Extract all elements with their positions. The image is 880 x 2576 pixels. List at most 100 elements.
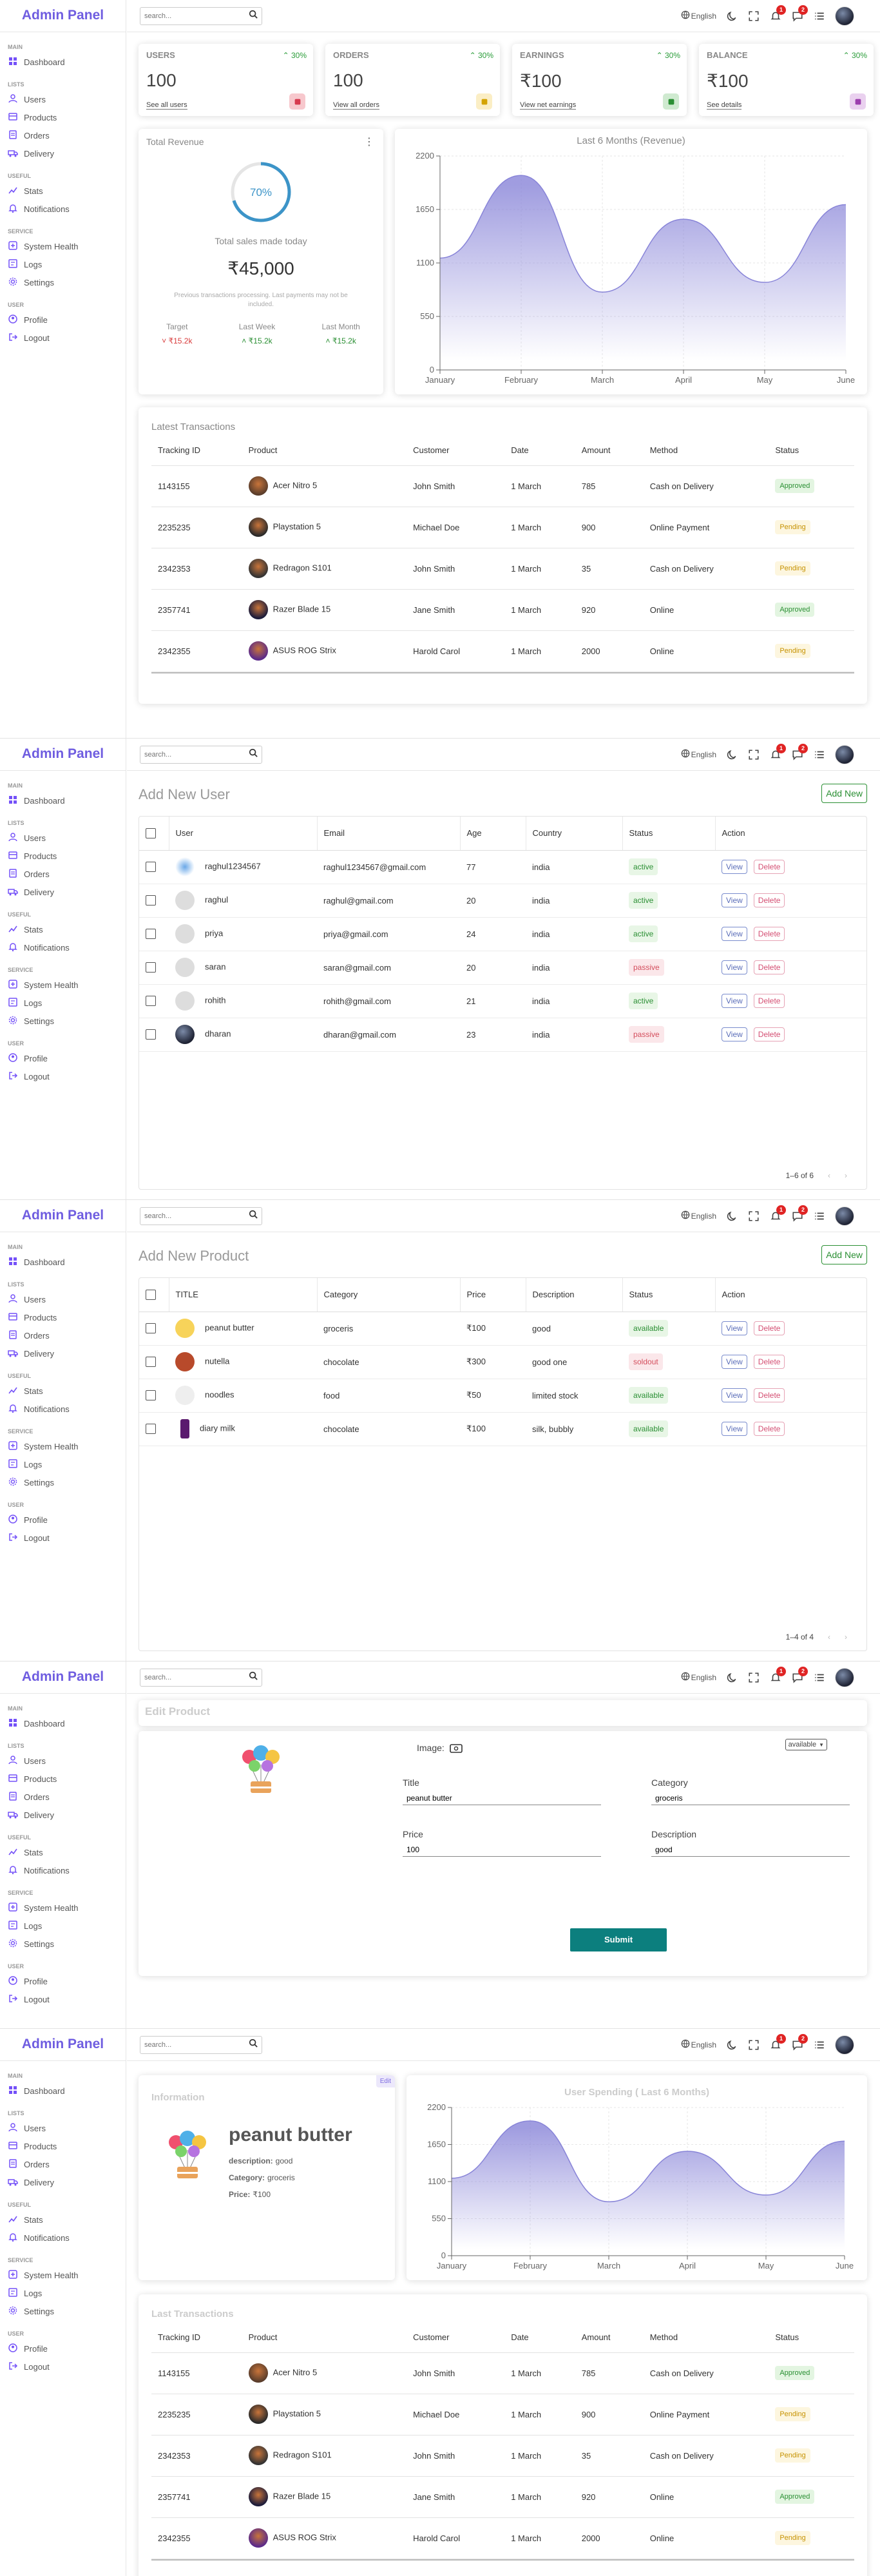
sidebar-item-delivery[interactable]: Delivery (8, 144, 126, 162)
widget-link[interactable]: See details (707, 101, 742, 110)
row-checkbox[interactable] (146, 1424, 156, 1435)
list-icon[interactable] (813, 1671, 826, 1684)
sidebar-item-system-health[interactable]: System Health (8, 1437, 126, 1455)
column-header[interactable]: Status (622, 1278, 715, 1312)
messages-icon[interactable]: 2 (791, 1666, 808, 1684)
description-input[interactable] (651, 1843, 850, 1857)
dark-mode-icon[interactable] (725, 2039, 738, 2051)
sidebar-item-dashboard[interactable]: Dashboard (8, 2082, 126, 2100)
delete-button[interactable]: Delete (753, 1027, 785, 1041)
view-button[interactable]: View (722, 1388, 747, 1402)
fullscreen-icon[interactable] (747, 1210, 760, 1223)
column-header[interactable]: User (168, 817, 317, 851)
sidebar-item-logs[interactable]: Logs (8, 255, 126, 273)
column-header[interactable]: Status (622, 817, 715, 851)
notifications-icon[interactable]: 1 (769, 1666, 786, 1684)
avatar[interactable] (835, 6, 854, 26)
row-checkbox[interactable] (146, 1029, 156, 1040)
data-point[interactable] (607, 2200, 611, 2203)
sidebar-item-logs[interactable]: Logs (8, 2284, 126, 2302)
sidebar-item-settings[interactable]: Settings (8, 1935, 126, 1953)
sidebar-item-delivery[interactable]: Delivery (8, 1344, 126, 1362)
sidebar-item-settings[interactable]: Settings (8, 1012, 126, 1030)
view-button[interactable]: View (722, 927, 747, 941)
column-header[interactable]: Age (459, 817, 526, 851)
view-button[interactable]: View (722, 1321, 747, 1335)
sidebar-item-logout[interactable]: Logout (8, 1529, 126, 1547)
sidebar-item-dashboard[interactable]: Dashboard (8, 1253, 126, 1271)
sidebar-item-orders[interactable]: Orders (8, 865, 126, 883)
sidebar-item-profile[interactable]: Profile (8, 1511, 126, 1529)
view-button[interactable]: View (722, 960, 747, 974)
sidebar-item-users[interactable]: Users (8, 90, 126, 108)
sidebar-item-orders[interactable]: Orders (8, 2155, 126, 2173)
select-all-checkbox[interactable] (146, 1290, 156, 1301)
add-new-product-button[interactable]: Add New (821, 1245, 867, 1264)
messages-icon[interactable]: 2 (791, 2033, 808, 2051)
sidebar-item-system-health[interactable]: System Health (8, 2266, 126, 2284)
folder-upload-icon[interactable] (450, 1743, 463, 1753)
sidebar-item-profile[interactable]: Profile (8, 1972, 126, 1990)
sidebar-item-system-health[interactable]: System Health (8, 237, 126, 255)
submit-button[interactable]: Submit (570, 1928, 667, 1951)
next-page-icon[interactable]: › (845, 1171, 847, 1180)
sidebar-item-stats[interactable]: Stats (8, 1382, 126, 1400)
row-checkbox[interactable] (146, 862, 156, 873)
sidebar-item-logs[interactable]: Logs (8, 994, 126, 1012)
status-select[interactable]: available ▼ (785, 1739, 827, 1750)
view-button[interactable]: View (722, 994, 747, 1008)
sidebar-item-products[interactable]: Products (8, 1308, 126, 1326)
next-page-icon[interactable]: › (845, 1632, 847, 1641)
column-header[interactable]: Description (525, 1278, 622, 1312)
dark-mode-icon[interactable] (725, 10, 738, 23)
sidebar-item-notifications[interactable]: Notifications (8, 200, 126, 218)
app-logo[interactable]: Admin Panel (0, 2029, 126, 2061)
sidebar-item-users[interactable]: Users (8, 1752, 126, 1770)
sidebar-item-delivery[interactable]: Delivery (8, 883, 126, 901)
sidebar-item-users[interactable]: Users (8, 2119, 126, 2137)
widget-link[interactable]: See all users (146, 101, 187, 110)
data-point[interactable] (844, 202, 848, 206)
sidebar-item-dashboard[interactable]: Dashboard (8, 1714, 126, 1732)
data-point[interactable] (763, 280, 767, 284)
edit-button[interactable]: Edit (376, 2075, 395, 2087)
sidebar-item-dashboard[interactable]: Dashboard (8, 791, 126, 809)
select-all-checkbox[interactable] (146, 828, 156, 839)
sidebar-item-system-health[interactable]: System Health (8, 976, 126, 994)
delete-button[interactable]: Delete (753, 860, 785, 874)
image-upload[interactable]: Image: (417, 1743, 463, 1753)
view-button[interactable]: View (722, 1422, 747, 1436)
sidebar-item-profile[interactable]: Profile (8, 1049, 126, 1067)
delete-button[interactable]: Delete (753, 994, 785, 1008)
fullscreen-icon[interactable] (747, 748, 760, 761)
messages-icon[interactable]: 2 (791, 1205, 808, 1223)
delete-button[interactable]: Delete (753, 893, 785, 907)
sidebar-item-stats[interactable]: Stats (8, 182, 126, 200)
row-checkbox[interactable] (146, 895, 156, 906)
row-checkbox[interactable] (146, 1323, 156, 1334)
view-button[interactable]: View (722, 893, 747, 907)
sidebar-item-products[interactable]: Products (8, 1770, 126, 1788)
list-icon[interactable] (813, 1210, 826, 1223)
messages-icon[interactable]: 2 (791, 743, 808, 761)
sidebar-item-stats[interactable]: Stats (8, 1843, 126, 1861)
dark-mode-icon[interactable] (725, 1210, 738, 1223)
sidebar-item-stats[interactable]: Stats (8, 2211, 126, 2229)
delete-button[interactable]: Delete (753, 1355, 785, 1369)
app-logo[interactable]: Admin Panel (0, 1200, 126, 1232)
language-selector[interactable]: English (681, 1210, 716, 1221)
list-icon[interactable] (813, 2039, 826, 2051)
delete-button[interactable]: Delete (753, 1388, 785, 1402)
category-input[interactable] (651, 1792, 850, 1805)
sidebar-item-delivery[interactable]: Delivery (8, 1806, 126, 1824)
title-input[interactable] (403, 1792, 601, 1805)
column-header[interactable]: Category (316, 1278, 460, 1312)
row-checkbox[interactable] (146, 929, 156, 940)
column-header[interactable]: TITLE (168, 1278, 317, 1312)
search-input[interactable] (144, 2040, 234, 2049)
notifications-icon[interactable]: 1 (769, 743, 786, 761)
language-selector[interactable]: English (681, 1672, 716, 1683)
row-checkbox[interactable] (146, 996, 156, 1007)
row-checkbox[interactable] (146, 962, 156, 973)
sidebar-item-notifications[interactable]: Notifications (8, 1861, 126, 1879)
